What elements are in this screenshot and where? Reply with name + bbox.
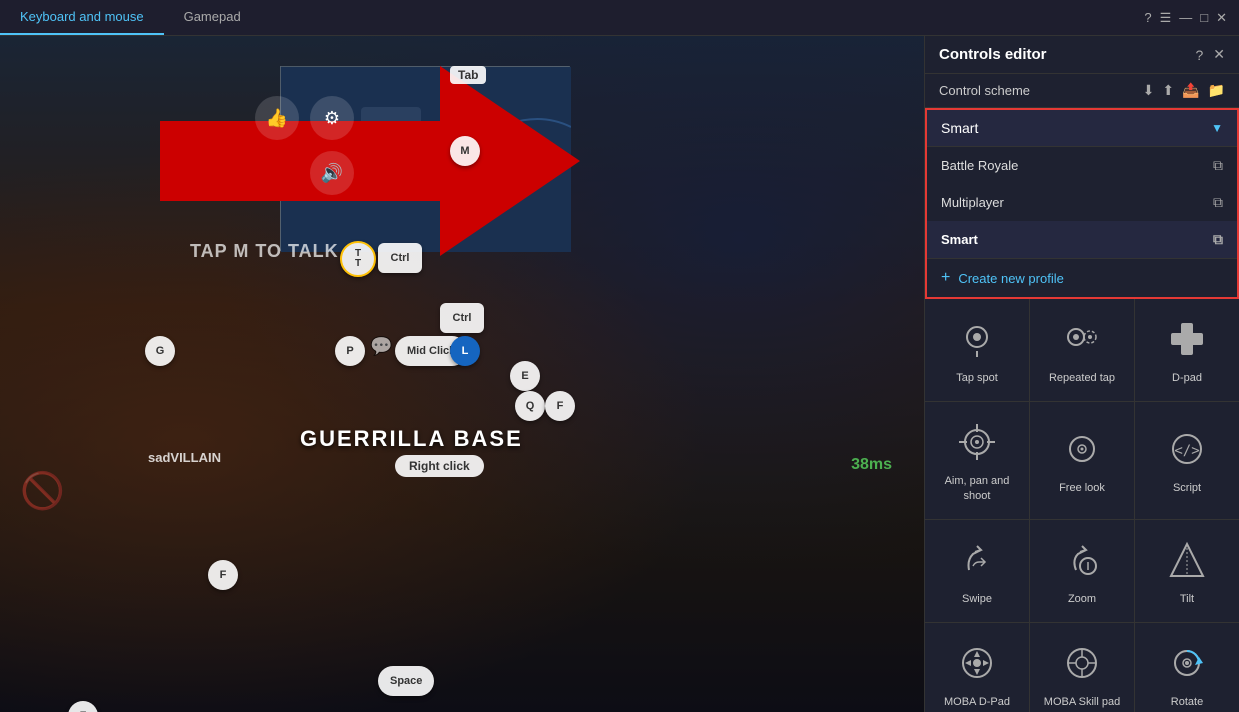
repeated-tap-icon: [1058, 315, 1106, 363]
controls-grid: Tap spot Repeated tap: [925, 299, 1239, 712]
key-p[interactable]: P: [335, 336, 365, 366]
key-g[interactable]: G: [145, 336, 175, 366]
ping-badge: 38ms: [851, 456, 892, 474]
key-f-2[interactable]: F: [208, 560, 238, 590]
moba-skill-label: MOBA Skill pad: [1044, 695, 1120, 709]
free-look-label: Free look: [1059, 481, 1105, 495]
dpad-label: D-pad: [1172, 371, 1202, 385]
controls-panel: Controls editor ? ✕ Control scheme ⬇ ⬆ 📤…: [924, 36, 1239, 712]
control-moba-dpad[interactable]: MOBA D-Pad: [925, 623, 1029, 712]
settings-icon[interactable]: ⚙: [310, 96, 354, 140]
moba-dpad-label: MOBA D-Pad: [944, 695, 1010, 709]
swipe-icon: [953, 536, 1001, 584]
dropdown-menu: Battle Royale ⧉ Multiplayer ⧉ Smart ⧉ + …: [927, 146, 1237, 297]
tap-to-talk-label: TAP M TO TALK: [190, 241, 339, 262]
repeated-tap-label: Repeated tap: [1049, 371, 1115, 385]
dpad-icon: [1163, 315, 1211, 363]
main-content: 👍 ⚙ 🔊 TT Ctrl Ctrl Tab M G P Mid Click L…: [0, 36, 1239, 712]
copy-icon-2: ⧉: [1213, 194, 1223, 211]
thumbs-up-icon[interactable]: 👍: [255, 96, 299, 140]
control-swipe[interactable]: Swipe: [925, 520, 1029, 622]
dropdown-item-smart[interactable]: Smart ⧉: [927, 221, 1237, 258]
scheme-share-icon[interactable]: 📤: [1182, 82, 1199, 99]
guerrilla-base-text: GUERRILLA BASE: [300, 426, 523, 452]
window-controls: ? ☰ — □ ✕: [1144, 10, 1239, 26]
profile-dropdown-container: Smart ▼ Battle Royale ⧉ Multiplayer ⧉ Sm…: [925, 108, 1239, 299]
dropdown-item-multiplayer[interactable]: Multiplayer ⧉: [927, 184, 1237, 221]
copy-icon-3: ⧉: [1213, 231, 1223, 248]
tab-gamepad[interactable]: Gamepad: [164, 0, 261, 35]
tilt-label: Tilt: [1180, 592, 1194, 606]
control-tap-spot[interactable]: Tap spot: [925, 299, 1029, 401]
rotate-label: Rotate: [1171, 695, 1203, 709]
control-rotate[interactable]: Rotate: [1135, 623, 1239, 712]
menu-icon[interactable]: ☰: [1160, 10, 1172, 26]
control-scheme-label: Control scheme: [939, 83, 1030, 98]
dropdown-arrow-icon: ▼: [1211, 121, 1223, 135]
key-tab[interactable]: Tab: [450, 66, 486, 84]
key-space[interactable]: Space: [378, 666, 434, 696]
control-repeated-tap[interactable]: Repeated tap: [1030, 299, 1134, 401]
copy-icon-1: ⧉: [1213, 157, 1223, 174]
script-label: Script: [1173, 481, 1201, 495]
control-script[interactable]: </> Script: [1135, 402, 1239, 519]
control-dpad[interactable]: D-pad: [1135, 299, 1239, 401]
top-bar: Keyboard and mouse Gamepad ? ☰ — □ ✕: [0, 0, 1239, 36]
key-e-1[interactable]: E: [510, 361, 540, 391]
no-entry-icon: 🚫: [20, 470, 65, 512]
scheme-folder-icon[interactable]: 📁: [1208, 82, 1225, 99]
control-aim-pan-shoot[interactable]: Aim, pan and shoot: [925, 402, 1029, 519]
control-scheme-row: Control scheme ⬇ ⬆ 📤 📁: [925, 74, 1239, 108]
tap-spot-icon: [953, 315, 1001, 363]
key-l[interactable]: L: [450, 336, 480, 366]
key-f-1[interactable]: F: [545, 391, 575, 421]
key-ctrl-2[interactable]: Ctrl: [440, 303, 484, 333]
maximize-icon[interactable]: □: [1200, 10, 1208, 25]
tab-keyboard-mouse[interactable]: Keyboard and mouse: [0, 0, 164, 35]
game-area: 👍 ⚙ 🔊 TT Ctrl Ctrl Tab M G P Mid Click L…: [0, 36, 924, 712]
svg-text:</>: </>: [1174, 443, 1199, 459]
panel-help-icon[interactable]: ?: [1195, 47, 1203, 63]
dropdown-selected[interactable]: Smart ▼: [927, 110, 1237, 146]
volume-icon[interactable]: 🔊: [310, 151, 354, 195]
key-q[interactable]: Q: [515, 391, 545, 421]
script-icon: </>: [1163, 425, 1211, 473]
free-look-icon: [1058, 425, 1106, 473]
dropdown-selected-text: Smart: [941, 120, 978, 136]
key-m[interactable]: M: [450, 136, 480, 166]
control-tilt[interactable]: Tilt: [1135, 520, 1239, 622]
aim-pan-shoot-label: Aim, pan and shoot: [933, 474, 1021, 503]
panel-close-icon[interactable]: ✕: [1213, 46, 1225, 63]
control-moba-skill[interactable]: MOBA Skill pad: [1030, 623, 1134, 712]
minimize-icon[interactable]: —: [1179, 10, 1192, 25]
key-ctrl-1[interactable]: Ctrl: [378, 243, 422, 273]
aim-pan-shoot-icon: [953, 418, 1001, 466]
key-tt[interactable]: TT: [340, 241, 376, 277]
chat-icon: 💬: [370, 336, 392, 357]
moba-skill-icon: [1058, 639, 1106, 687]
create-new-profile-item[interactable]: + Create new profile: [927, 258, 1237, 297]
rotate-icon: [1163, 639, 1211, 687]
panel-header-icons: ? ✕: [1195, 46, 1225, 63]
panel-title: Controls editor: [939, 46, 1047, 63]
help-icon[interactable]: ?: [1144, 10, 1151, 25]
scheme-download-icon[interactable]: ⬇: [1143, 82, 1155, 99]
villain-text: sadVILLAIN: [148, 450, 221, 465]
red-arrow: [160, 66, 580, 256]
control-scheme-icons: ⬇ ⬆ 📤 📁: [1143, 82, 1225, 99]
right-click-label[interactable]: Right click: [395, 455, 484, 477]
swipe-label: Swipe: [962, 592, 992, 606]
plus-icon: +: [941, 269, 950, 287]
dropdown-item-battle-royale[interactable]: Battle Royale ⧉: [927, 147, 1237, 184]
moba-dpad-icon: [953, 639, 1001, 687]
control-zoom[interactable]: Zoom: [1030, 520, 1134, 622]
tilt-icon: [1163, 536, 1211, 584]
panel-header: Controls editor ? ✕: [925, 36, 1239, 74]
close-icon[interactable]: ✕: [1216, 10, 1227, 26]
control-free-look[interactable]: Free look: [1030, 402, 1134, 519]
zoom-label: Zoom: [1068, 592, 1096, 606]
scheme-upload-icon[interactable]: ⬆: [1162, 82, 1174, 99]
tap-spot-label: Tap spot: [956, 371, 998, 385]
zoom-icon: [1058, 536, 1106, 584]
